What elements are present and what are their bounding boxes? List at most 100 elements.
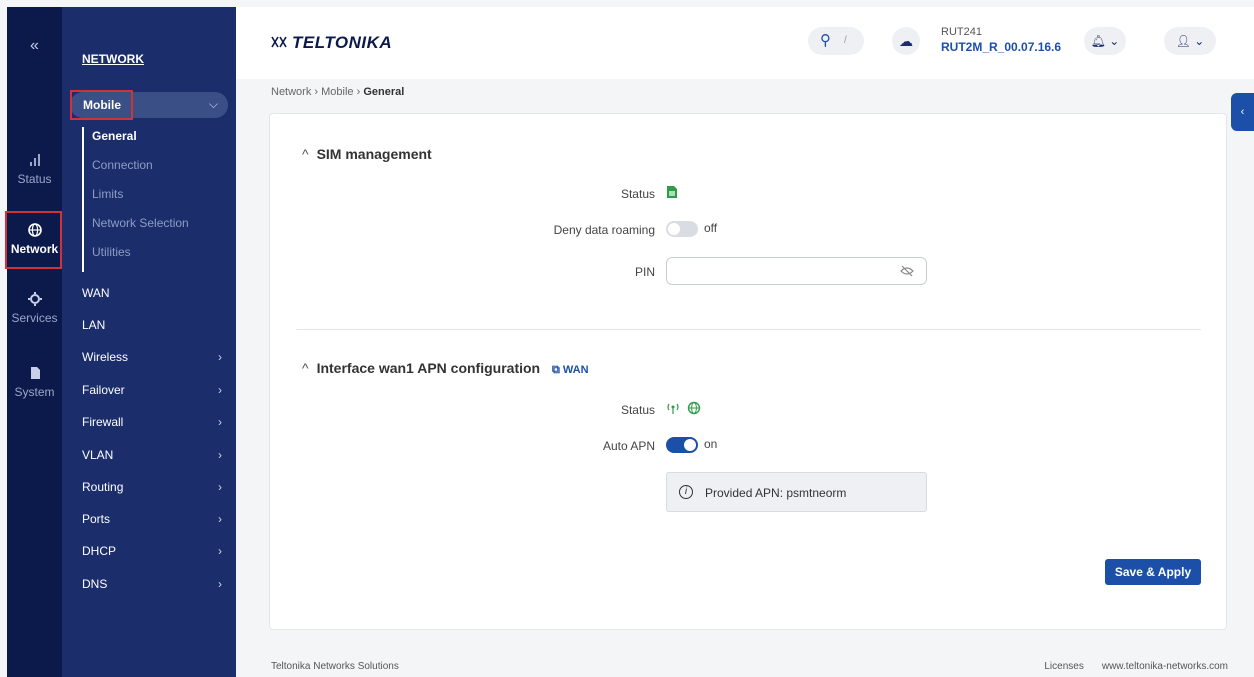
chevron-right-icon: › xyxy=(218,512,222,526)
notifications-button[interactable]: 🔔︎ ⌄ xyxy=(1084,27,1126,55)
nav-item-wan[interactable]: WAN xyxy=(82,286,222,300)
nav-item-label: Failover xyxy=(82,383,125,397)
toggle-switch[interactable] xyxy=(666,221,698,237)
mobile-highlight-box xyxy=(70,90,133,120)
nav-item-label: VLAN xyxy=(82,448,114,462)
nav-item-label: Wireless xyxy=(82,350,129,364)
nav-item-label: DHCP xyxy=(82,544,117,558)
sim-status-label: Status xyxy=(620,187,655,201)
search-button[interactable]: ⚲ / xyxy=(808,27,864,55)
deny-roaming-state: off xyxy=(704,221,718,236)
website-link[interactable]: www.teltonika-networks.com xyxy=(1102,661,1228,672)
nav-item-dns[interactable]: DNS › xyxy=(82,577,222,591)
chevron-right-icon: › xyxy=(218,480,222,494)
chevron-right-icon: › xyxy=(218,383,222,397)
nav-item-label: LAN xyxy=(82,318,106,332)
cloud-upload-icon: ☁ xyxy=(899,33,913,49)
eye-off-icon[interactable] xyxy=(900,264,914,278)
provided-apn-text: Provided APN: psmtneorm xyxy=(705,486,847,500)
rail-label-services: Services xyxy=(11,311,58,325)
sim-section-title: SIM management xyxy=(316,146,432,162)
save-apply-button[interactable]: Save & Apply xyxy=(1105,559,1201,585)
sim-section-header[interactable]: ^ SIM management xyxy=(302,146,432,162)
apn-status-label: Status xyxy=(620,403,655,417)
nav-item-wireless[interactable]: Wireless › xyxy=(82,350,222,364)
icon-rail: « Status Network Services System xyxy=(7,7,62,677)
breadcrumb-mobile[interactable]: Mobile xyxy=(321,86,353,98)
auto-apn-toggle[interactable]: on xyxy=(666,437,717,453)
user-menu-button[interactable]: 👤︎ ⌄ xyxy=(1164,27,1216,55)
deny-roaming-label: Deny data roaming xyxy=(553,223,655,237)
search-shortcut: / xyxy=(844,35,847,46)
pin-field[interactable] xyxy=(666,257,927,285)
section-divider xyxy=(296,329,1201,330)
nav-item-label: Ports xyxy=(82,512,111,526)
nav-section-title: NETWORK xyxy=(82,52,144,66)
info-icon: i xyxy=(679,485,693,499)
nav-item-dhcp[interactable]: DHCP › xyxy=(82,544,222,558)
bell-icon: 🔔︎ xyxy=(1090,34,1106,48)
chevron-right-icon: › xyxy=(218,350,222,364)
chevron-right-icon: › xyxy=(218,415,222,429)
rail-item-status[interactable]: Status xyxy=(7,152,62,186)
cloud-upload-button[interactable]: ☁ xyxy=(892,27,920,55)
gear-icon xyxy=(27,292,42,306)
subnav-general[interactable]: General xyxy=(92,127,189,156)
rail-item-services[interactable]: Services xyxy=(7,291,62,325)
apn-section-title: Interface wan1 APN configuration xyxy=(316,360,541,376)
rail-item-system[interactable]: System xyxy=(7,365,62,399)
toggle-switch[interactable] xyxy=(666,437,698,453)
chevron-up-icon: ^ xyxy=(302,146,309,162)
main-card: ^ SIM management Status Deny data roaming… xyxy=(269,113,1227,630)
sim-card-icon xyxy=(667,186,677,198)
teltonika-logo[interactable]: TELTONIKA xyxy=(270,33,392,53)
nav-item-failover[interactable]: Failover › xyxy=(82,383,222,397)
external-link-icon: ⧉ xyxy=(551,364,560,376)
side-panel-toggle[interactable]: ‹ xyxy=(1231,93,1254,131)
chevron-right-icon: › xyxy=(218,577,222,591)
licenses-link[interactable]: Licenses xyxy=(1044,661,1083,672)
nav-item-label: Routing xyxy=(82,480,124,494)
subnav-limits[interactable]: Limits xyxy=(92,185,189,214)
chevron-down-icon: ⌄ xyxy=(1109,34,1120,48)
subnav-network-selection[interactable]: Network Selection xyxy=(92,214,189,243)
nav-item-firewall[interactable]: Firewall › xyxy=(82,415,222,429)
deny-roaming-toggle[interactable]: off xyxy=(666,221,717,237)
collapse-menu-button[interactable]: « xyxy=(7,37,62,55)
top-header: TELTONIKA ⚲ / ☁ RUT241 RUT2M_R_00.07.16.… xyxy=(236,7,1254,79)
rail-label-system: System xyxy=(14,385,55,399)
globe-icon xyxy=(688,401,701,415)
logo-mark-icon xyxy=(271,36,287,48)
rail-label-status: Status xyxy=(17,172,52,186)
subnav-utilities[interactable]: Utilities xyxy=(92,243,189,272)
subnav-connection[interactable]: Connection xyxy=(92,156,189,185)
nav-item-routing[interactable]: Routing › xyxy=(82,480,222,494)
nav-item-label: WAN xyxy=(82,286,110,300)
mobile-submenu: General Connection Limits Network Select… xyxy=(82,127,189,272)
auto-apn-label: Auto APN xyxy=(602,439,655,453)
footer-links: Licenses www.teltonika-networks.com xyxy=(1026,661,1228,672)
chevron-right-icon: › xyxy=(218,448,222,462)
auto-apn-state: on xyxy=(704,437,718,452)
wan-link-label: WAN xyxy=(562,364,589,376)
search-icon: ⚲ xyxy=(820,32,831,49)
antenna-icon xyxy=(667,403,679,414)
device-name: RUT241 xyxy=(941,26,982,38)
chevron-down-icon: ⌄ xyxy=(1194,34,1205,48)
network-highlight-box xyxy=(5,211,62,269)
apn-status-value xyxy=(666,401,701,418)
provided-apn-info: i Provided APN: psmtneorm xyxy=(666,472,927,512)
signal-icon xyxy=(29,154,40,166)
nav-item-lan[interactable]: LAN xyxy=(82,318,222,332)
chevron-right-icon: › xyxy=(218,544,222,558)
nav-item-vlan[interactable]: VLAN › xyxy=(82,448,222,462)
logo-text: TELTONIKA xyxy=(292,33,393,52)
nav-item-label: Firewall xyxy=(82,415,124,429)
nav-item-ports[interactable]: Ports › xyxy=(82,512,222,526)
breadcrumb-network[interactable]: Network xyxy=(271,86,311,98)
wan-link[interactable]: ⧉ WAN xyxy=(552,364,589,376)
firmware-version[interactable]: RUT2M_R_00.07.16.6 xyxy=(941,40,1061,54)
nav-item-label: DNS xyxy=(82,577,108,591)
apn-section-header[interactable]: ^ Interface wan1 APN configuration ⧉ WAN xyxy=(302,360,589,377)
sim-status-value xyxy=(666,185,678,202)
